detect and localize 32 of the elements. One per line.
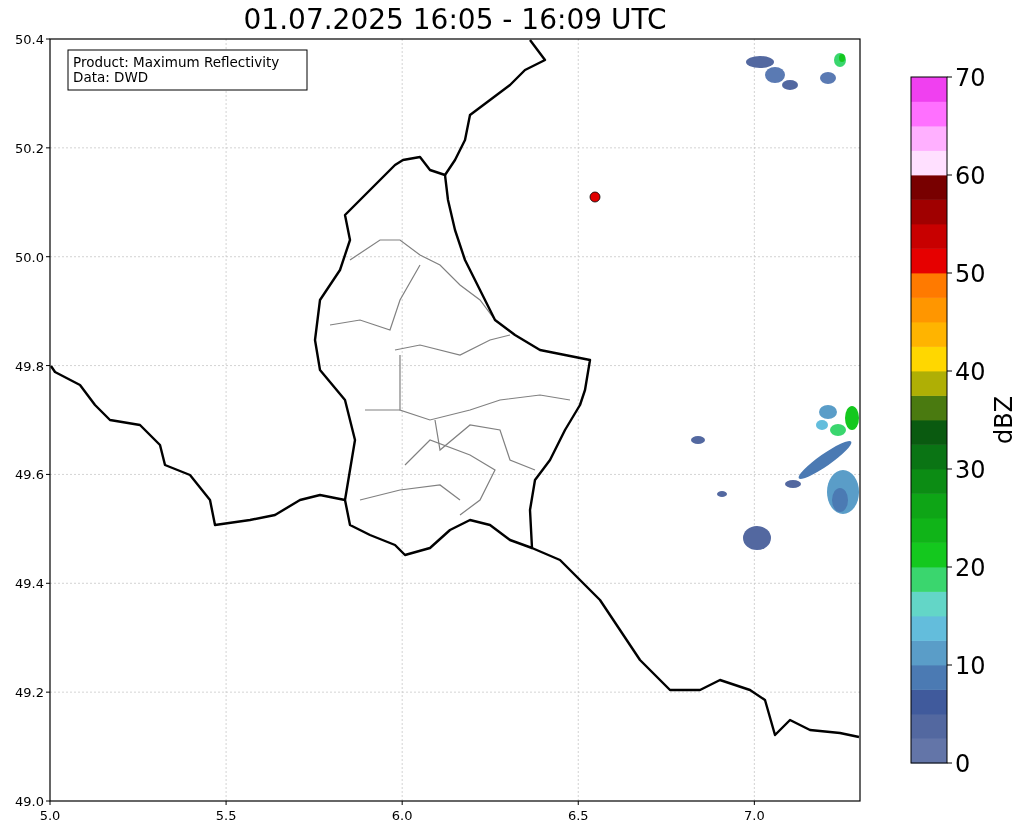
y-axis-label: 50.0: [15, 249, 44, 265]
y-axis-label: 49.4: [15, 576, 44, 592]
y-axis-label: 49.0: [15, 794, 44, 809]
y-axis-label: 50.2: [15, 140, 44, 156]
info-text: Data: DWD: [73, 69, 149, 85]
colorbar-tick-label: 70: [955, 64, 986, 92]
radar-echo: [746, 56, 798, 90]
x-axis-label: 5.0: [39, 808, 61, 823]
colorbar-tick-label: 30: [955, 456, 986, 484]
x-axis-label: 6.5: [567, 808, 589, 823]
radar-echo: [820, 53, 846, 84]
y-axis-label: 50.4: [15, 32, 44, 47]
radar-echo: [717, 491, 727, 497]
x-axis-label: 6.0: [391, 808, 413, 823]
colorbar-label: dBZ: [990, 395, 1018, 445]
y-axis-label: 49.6: [15, 467, 44, 483]
location-marker: [589, 191, 601, 203]
info-text: Product: Maximum Reflectivity: [73, 54, 280, 70]
colorbar-tick-label: 60: [955, 162, 986, 190]
radar-echo: [691, 436, 705, 444]
colorbar-tick-label: 50: [955, 260, 986, 288]
colorbar-tick-label: 40: [955, 358, 986, 386]
chart-title: 01.07.2025 16:05 - 16:09 UTC: [242, 2, 668, 38]
radar-echo: [743, 526, 771, 550]
x-axis-label: 7.0: [744, 808, 765, 823]
y-axis-label: 49.8: [15, 358, 44, 374]
colorbar-tick-label: 20: [955, 554, 986, 582]
radar-echo: [816, 405, 859, 436]
colorbar-tick-label: 10: [955, 652, 986, 680]
colorbar-tick-label: 0: [955, 750, 971, 778]
y-axis-label: 49.2: [15, 685, 44, 701]
x-axis-label: 5.5: [215, 808, 237, 823]
